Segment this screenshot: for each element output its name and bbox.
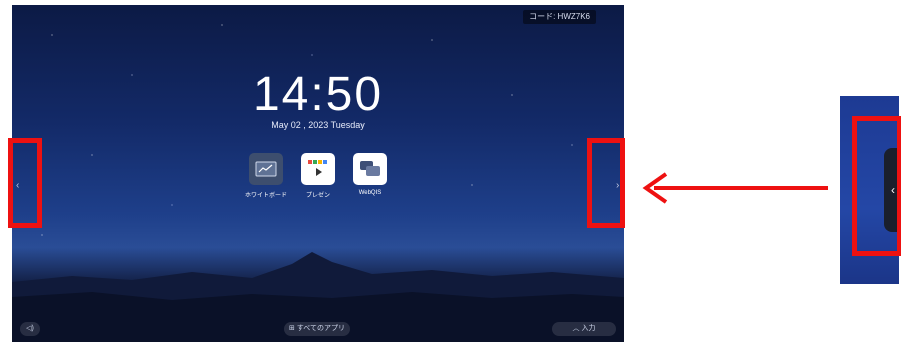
- app-whiteboard[interactable]: ホワイトボード: [244, 153, 288, 199]
- home-screen: コード: HWZ7K6 14:50 May 02 , 2023 Tuesday …: [12, 5, 624, 342]
- access-code-badge: コード: HWZ7K6: [523, 10, 596, 24]
- app-label: ホワイトボード: [244, 193, 287, 199]
- app-presentation[interactable]: プレゼン: [296, 153, 340, 199]
- left-edge-highlight: [8, 138, 42, 228]
- right-edge-highlight: [587, 138, 625, 228]
- app-label: WebQIS: [358, 190, 382, 196]
- all-apps-label: すべてのアプリ: [296, 325, 346, 332]
- whiteboard-icon: [249, 153, 283, 185]
- pointer-arrow-icon: [642, 172, 828, 204]
- bottom-bar: ◁) ⊞ すべてのアプリ ︿ 入力: [12, 322, 624, 338]
- app-label: プレゼン: [305, 193, 330, 199]
- app-shortcuts: ホワイトボード プレゼン WebQIS: [244, 153, 394, 213]
- grid-icon: ⊞: [288, 325, 297, 332]
- presentation-icon: [301, 153, 335, 185]
- chat-bubbles-icon: [353, 153, 387, 185]
- input-label: 入力: [581, 325, 596, 332]
- input-button[interactable]: ︿ 入力: [552, 322, 616, 336]
- clock-date: May 02 , 2023 Tuesday: [271, 120, 365, 130]
- all-apps-button[interactable]: ⊞ すべてのアプリ: [284, 322, 350, 336]
- sound-icon[interactable]: ◁): [20, 322, 40, 336]
- clock-time: 14:50: [252, 68, 384, 121]
- zoomed-handle-highlight: [852, 116, 901, 256]
- app-webqis[interactable]: WebQIS: [348, 153, 392, 196]
